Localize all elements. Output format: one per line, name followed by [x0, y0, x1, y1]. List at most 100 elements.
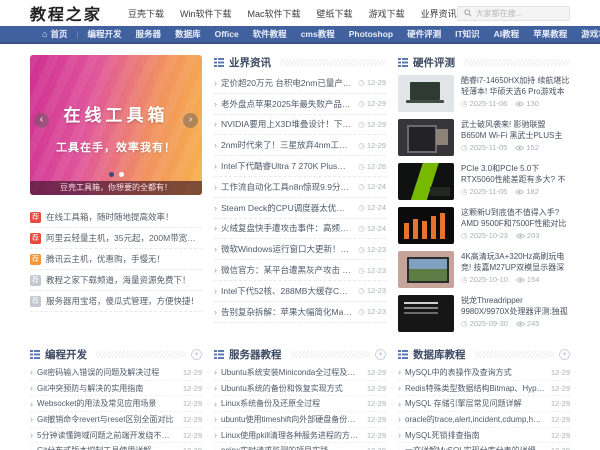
- nav-programming[interactable]: 编程开发: [81, 28, 129, 40]
- news-item[interactable]: › Intel下代酷睿Ultra 7 270K Plus跑分曝... ◷12-26: [214, 156, 386, 177]
- search-box[interactable]: [456, 5, 570, 21]
- article-item[interactable]: › Git冲突预防与解决的实用指南 12-29: [30, 381, 202, 397]
- nav-it-knowledge[interactable]: IT知识: [448, 28, 487, 40]
- header-filler: [96, 350, 186, 358]
- article-item[interactable]: › Linux使用pkill清理各种服务进程的方法... 12-29: [214, 428, 386, 444]
- article-title: 5分钟读懂跨域问题之前端开发绕不开的...: [37, 430, 177, 440]
- promo-item[interactable]: 荐 腾讯云主机，优惠购，手慢无！: [30, 249, 202, 270]
- article-item[interactable]: › oracle的trace,alert,incident,cdump,hm...…: [398, 412, 570, 428]
- article-title: 4K高清玩3A+320Hz高刷玩电竞! 技嘉M27UP双模显示器深度体: [461, 252, 565, 272]
- article-item[interactable]: › MySQL中的表操作及查询方式 12-29: [398, 365, 570, 381]
- news-item[interactable]: › Intel下代52核、288MB大缓存CPU不会... ◷12-23: [214, 281, 386, 302]
- top-nav-mac-download[interactable]: Mac软件下载: [248, 7, 301, 20]
- news-section: 业界资讯 › 定价超20万元 台积电2nm已量产：iPho... ◷12-29 › 老…: [214, 55, 386, 337]
- article-item[interactable]: › 5分钟读懂跨域问题之前端开发绕不开的... 12-29: [30, 428, 202, 444]
- promo-item[interactable]: 荐 服务器用宝塔，傻瓜式管理，方便快捷！: [30, 291, 202, 312]
- motherboard-photo-thumbnail: [398, 119, 454, 156]
- carousel-dot-2[interactable]: [118, 172, 124, 177]
- article-item[interactable]: › Websocket的用法及常见应用场景 12-29: [30, 396, 202, 413]
- search-input[interactable]: [475, 8, 563, 18]
- carousel-banner[interactable]: 在线工具箱 工具在手，效率我有！ ‹ › 豆壳工具箱，你想要的全都有！: [30, 55, 202, 195]
- article-date: 12-29: [366, 399, 386, 409]
- article-item[interactable]: › Ubuntu系统的备份和恢复实现方式 12-29: [214, 381, 386, 397]
- promo-item[interactable]: 荐 教程之家下载频道，海量资源免费下！: [30, 270, 202, 291]
- section-title: 业界资讯: [229, 56, 271, 69]
- article-item[interactable]: › MySQL死锁排查指南 12-29: [398, 428, 570, 444]
- nav-hardware[interactable]: 硬件评测: [400, 28, 448, 40]
- article-item[interactable]: › nginx实时请求监测的项目实践 12-29: [214, 443, 386, 450]
- hardware-article[interactable]: 酷睿i7-14650HX加持 续航堪比轻薄本! 华硕天选6 Pro游戏本 ◷ 20…: [398, 73, 570, 117]
- article-meta: ◷ 2025-09-30 245: [461, 319, 540, 328]
- nav-software[interactable]: 软件教程: [246, 28, 294, 40]
- hardware-article[interactable]: PCIe 3.0和PCIe 5.0下RTX5060性能差距有多大? 不同PCIe…: [398, 161, 570, 205]
- article-title: Redis特殊类型数据结构Bitmap、Hyper...: [405, 383, 545, 393]
- more-plus-button[interactable]: +: [559, 348, 570, 360]
- nav-ai[interactable]: AI教程: [487, 28, 527, 40]
- section-title: 硬件评测: [413, 56, 455, 69]
- nav-database[interactable]: 数据库: [168, 28, 208, 40]
- news-item[interactable]: › 微软Windows运行窗口大更新！提前启... ◷12-23: [214, 239, 386, 261]
- article-item[interactable]: › Redis特殊类型数据结构Bitmap、Hyper... 12-29: [398, 381, 570, 397]
- nav-cms[interactable]: cms教程: [294, 28, 342, 40]
- article-date: 12-29: [367, 446, 386, 450]
- section-title: 编程开发: [45, 348, 87, 361]
- list-icon: [398, 58, 408, 67]
- site-logo[interactable]: 教程之家: [29, 1, 103, 25]
- news-item[interactable]: › 火绒复盘快手遭攻击事件：高频自动化... ◷12-24: [214, 219, 386, 240]
- news-item[interactable]: › 定价超20万元 台积电2nm已量产：iPho... ◷12-29: [214, 73, 386, 94]
- article-title: Git撤销命令revert与reset区别全面对比: [37, 414, 174, 424]
- news-item[interactable]: › Steam Deck的CPU调度器太优秀！Met... ◷12-24: [214, 198, 386, 219]
- promo-text: 阿里云轻量主机，35元起，200M带宽不限流量！: [46, 233, 202, 243]
- news-item[interactable]: › 微信官方：某平台遭黑灰产攻击 传言"点... ◷12-23: [214, 260, 386, 281]
- header-filler: [280, 58, 386, 66]
- more-plus-button[interactable]: +: [375, 348, 386, 360]
- nav-server[interactable]: 服务器: [129, 28, 169, 40]
- article-item[interactable]: › MySQL 存储引擎层常见问题详解 12-29: [398, 396, 570, 413]
- article-item[interactable]: › Git撤销命令revert与reset区别全面对比 12-29: [30, 412, 202, 428]
- nav-game-guide[interactable]: 游戏攻略: [574, 28, 600, 40]
- carousel-prev-button[interactable]: ‹: [34, 113, 49, 128]
- carousel-dot-1[interactable]: [108, 172, 114, 177]
- caret-icon: ›: [398, 414, 401, 425]
- nav-office[interactable]: Office: [208, 29, 246, 39]
- article-item[interactable]: › 一文详解MySQL实现分库分表的详细步骤 12-29: [398, 443, 570, 450]
- promo-item[interactable]: 荐 阿里云轻量主机，35元起，200M带宽不限流量！: [30, 228, 202, 249]
- hardware-article[interactable]: 这颗新U到底值不值得入手? AMD 9500F和7500F性能对比测评 ◷202…: [398, 205, 570, 249]
- article-item[interactable]: › ubuntu使用timeshift向外部硬盘备份方式 12-29: [214, 412, 386, 428]
- nav-home[interactable]: ⌂ 首页: [30, 28, 74, 40]
- nav-apple[interactable]: 苹果教程: [526, 28, 574, 40]
- top-nav-win-download[interactable]: Win软件下载: [180, 7, 232, 20]
- article-date: 12-29: [366, 383, 386, 393]
- article-title: MySQL死锁排查指南: [405, 430, 480, 440]
- top-header: 教程之家 豆壳下载 Win软件下载 Mac软件下载 壁纸下载 游戏下载 业界资讯: [0, 0, 600, 26]
- hardware-cards: 酷睿i7-14650HX加持 续航堪比轻薄本! 华硕天选6 Pro游戏本 ◷ 20…: [398, 73, 570, 337]
- news-item[interactable]: › 告别复杂拆解：苹果大幅简化MacBook ... ◷12-23: [214, 302, 386, 323]
- news-item[interactable]: › 老外盘点苹果2025年最失败产品！iPho... ◷12-29: [214, 94, 386, 115]
- article-item[interactable]: › Linux系统备份及还原全过程 12-29: [214, 396, 386, 413]
- news-item[interactable]: › 工作流自动化工具n8n惊现9.9分漏洞！... ◷12-24: [214, 177, 386, 198]
- article-item[interactable]: › Git密码输入错误的问题及解决过程 12-29: [30, 365, 202, 381]
- recommend-icon: 荐: [30, 253, 41, 265]
- more-plus-button[interactable]: +: [191, 348, 202, 360]
- hardware-article[interactable]: 4K高清玩3A+320Hz高刷玩电竞! 技嘉M27UP双模显示器深度体 ◷202…: [398, 249, 570, 293]
- article-item[interactable]: › Git分布式版本控制工具使用详解 12-29: [30, 443, 202, 450]
- carousel-next-button[interactable]: ›: [183, 113, 198, 128]
- promo-text: 在线工具箱，随时随地提高效率！: [46, 212, 174, 222]
- top-nav-wallpaper-download[interactable]: 壁纸下载: [317, 7, 353, 20]
- article-date: 12-29: [182, 367, 202, 377]
- article-title: nginx实时请求监测的项目实践: [221, 445, 361, 450]
- top-nav-game-download[interactable]: 游戏下载: [369, 7, 405, 20]
- news-item[interactable]: › 2nm时代来了！三星放弃4nm工艺：全... ◷12-29: [214, 135, 386, 157]
- promo-item[interactable]: 荐 在线工具箱，随时随地提高效率！: [30, 207, 202, 228]
- article-item[interactable]: › Ubuntu系统安装Miniconda全过程及注... 12-29: [214, 365, 386, 381]
- news-item[interactable]: › NVIDIA要用上X3D堆叠设计！下代Feyn... ◷12-29: [214, 115, 386, 136]
- article-date: 12-29: [366, 430, 386, 440]
- hardware-article[interactable]: 武士破风袭来! 影驰联盟 B650M Wi-Fi 黑武士PLUS主板评测 ◷20…: [398, 117, 570, 161]
- top-nav-industry-news[interactable]: 业界资讯: [421, 7, 457, 20]
- top-nav-douke-download[interactable]: 豆壳下载: [128, 7, 164, 20]
- article-title: Linux使用pkill清理各种服务进程的方法...: [221, 430, 361, 440]
- hardware-article[interactable]: 锐龙Threadripper 9980X/9970X处理器评测:独孤求败的HED…: [398, 293, 570, 337]
- nav-photoshop[interactable]: Photoshop: [342, 29, 400, 39]
- promo-list: 荐 在线工具箱，随时随地提高效率！ 荐 阿里云轻量主机，35元起，200M带宽不…: [30, 207, 202, 312]
- bar-chart-photo-thumbnail: [398, 207, 454, 244]
